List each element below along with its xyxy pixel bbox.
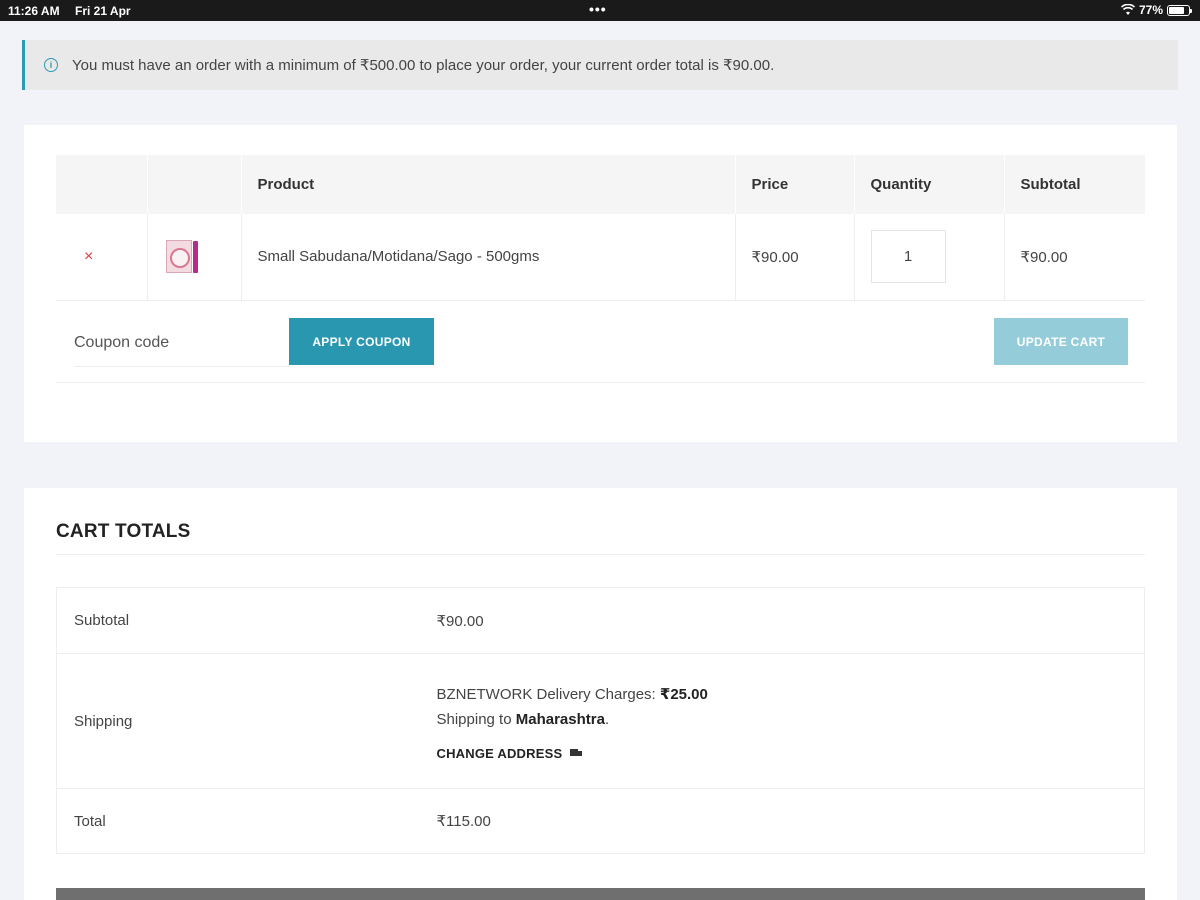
header-quantity: Quantity xyxy=(854,155,1005,214)
subtotal-value: ₹90.00 xyxy=(436,587,1145,654)
change-address-link[interactable]: CHANGE ADDRESS xyxy=(437,746,1145,761)
product-subtotal: ₹90.00 xyxy=(1004,214,1145,301)
header-thumbnail xyxy=(147,155,242,214)
header-subtotal: Subtotal xyxy=(1004,155,1145,214)
product-thumbnail[interactable] xyxy=(165,240,198,274)
shipping-details: BZNETWORK Delivery Charges: ₹25.00 Shipp… xyxy=(436,653,1145,789)
shipping-cost: ₹25.00 xyxy=(659,685,708,703)
battery-icon xyxy=(1167,4,1192,16)
truck-icon xyxy=(570,748,583,758)
quantity-cell: 1 xyxy=(854,214,1005,301)
shipping-method-name: BZNETWORK Delivery Charges: xyxy=(436,685,656,703)
info-icon: i xyxy=(44,58,58,72)
remove-item-icon[interactable]: × xyxy=(72,248,93,265)
cart-header-row: Product Price Quantity Subtotal xyxy=(56,155,1145,214)
shipping-to-prefix: Shipping to xyxy=(436,710,512,728)
shipping-method: BZNETWORK Delivery Charges: ₹25.00 xyxy=(437,682,1145,707)
quantity-input[interactable]: 1 xyxy=(870,230,946,284)
cart-totals-title: CART TOTALS xyxy=(56,521,191,542)
header-price: Price xyxy=(735,155,855,214)
total-label: Total xyxy=(56,788,437,854)
totals-table: Subtotal ₹90.00 Shipping BZNETWORK Deliv… xyxy=(56,587,1145,854)
shipping-region: Maharashtra xyxy=(515,710,605,728)
status-right: 77% xyxy=(1120,3,1192,17)
subtotal-row: Subtotal ₹90.00 xyxy=(56,587,1145,654)
shipping-to-suffix: . xyxy=(604,710,610,728)
cart-item-row: × Small Sabudana/Motidana/Sago - 500gms … xyxy=(56,214,1145,301)
multitasking-dots-icon[interactable]: ••• xyxy=(589,1,607,17)
apply-coupon-button[interactable]: APPLY COUPON xyxy=(289,318,434,365)
divider xyxy=(56,554,1145,555)
shipping-label: Shipping xyxy=(56,653,437,789)
total-value: ₹115.00 xyxy=(436,788,1145,854)
subtotal-label: Subtotal xyxy=(56,587,437,654)
remove-cell: × xyxy=(56,214,148,301)
battery-percent: 77% xyxy=(1138,3,1163,17)
cart-panel: Product Price Quantity Subtotal × Small … xyxy=(24,125,1177,442)
header-product: Product xyxy=(241,155,736,214)
header-remove xyxy=(56,155,148,214)
change-address-label: CHANGE ADDRESS xyxy=(436,745,563,761)
coupon-row: APPLY COUPON UPDATE CART xyxy=(56,301,1145,383)
status-bar: 11:26 AM Fri 21 Apr ••• 77% xyxy=(0,0,1200,21)
product-price: ₹90.00 xyxy=(735,214,855,301)
status-time: 11:26 AM xyxy=(8,4,60,18)
thumbnail-cell xyxy=(147,214,242,301)
proceed-to-checkout-button[interactable] xyxy=(56,888,1145,900)
battery-fill xyxy=(1169,6,1184,14)
cart-table: Product Price Quantity Subtotal × Small … xyxy=(56,155,1145,301)
update-cart-button[interactable]: UPDATE CART xyxy=(994,318,1128,365)
product-name[interactable]: Small Sabudana/Motidana/Sago - 500gms xyxy=(241,214,736,301)
shipping-destination: Shipping to Maharashtra. xyxy=(437,707,1145,732)
total-row: Total ₹115.00 xyxy=(56,788,1145,854)
notice-text: You must have an order with a minimum of… xyxy=(72,57,775,74)
wifi-icon xyxy=(1120,4,1135,15)
shipping-row: Shipping BZNETWORK Delivery Charges: ₹25… xyxy=(56,653,1145,789)
minimum-order-notice: i You must have an order with a minimum … xyxy=(22,40,1178,90)
coupon-code-input[interactable] xyxy=(74,319,289,367)
cart-totals-panel: CART TOTALS Subtotal ₹90.00 Shipping BZN… xyxy=(24,488,1177,900)
status-date: Fri 21 Apr xyxy=(75,4,131,18)
